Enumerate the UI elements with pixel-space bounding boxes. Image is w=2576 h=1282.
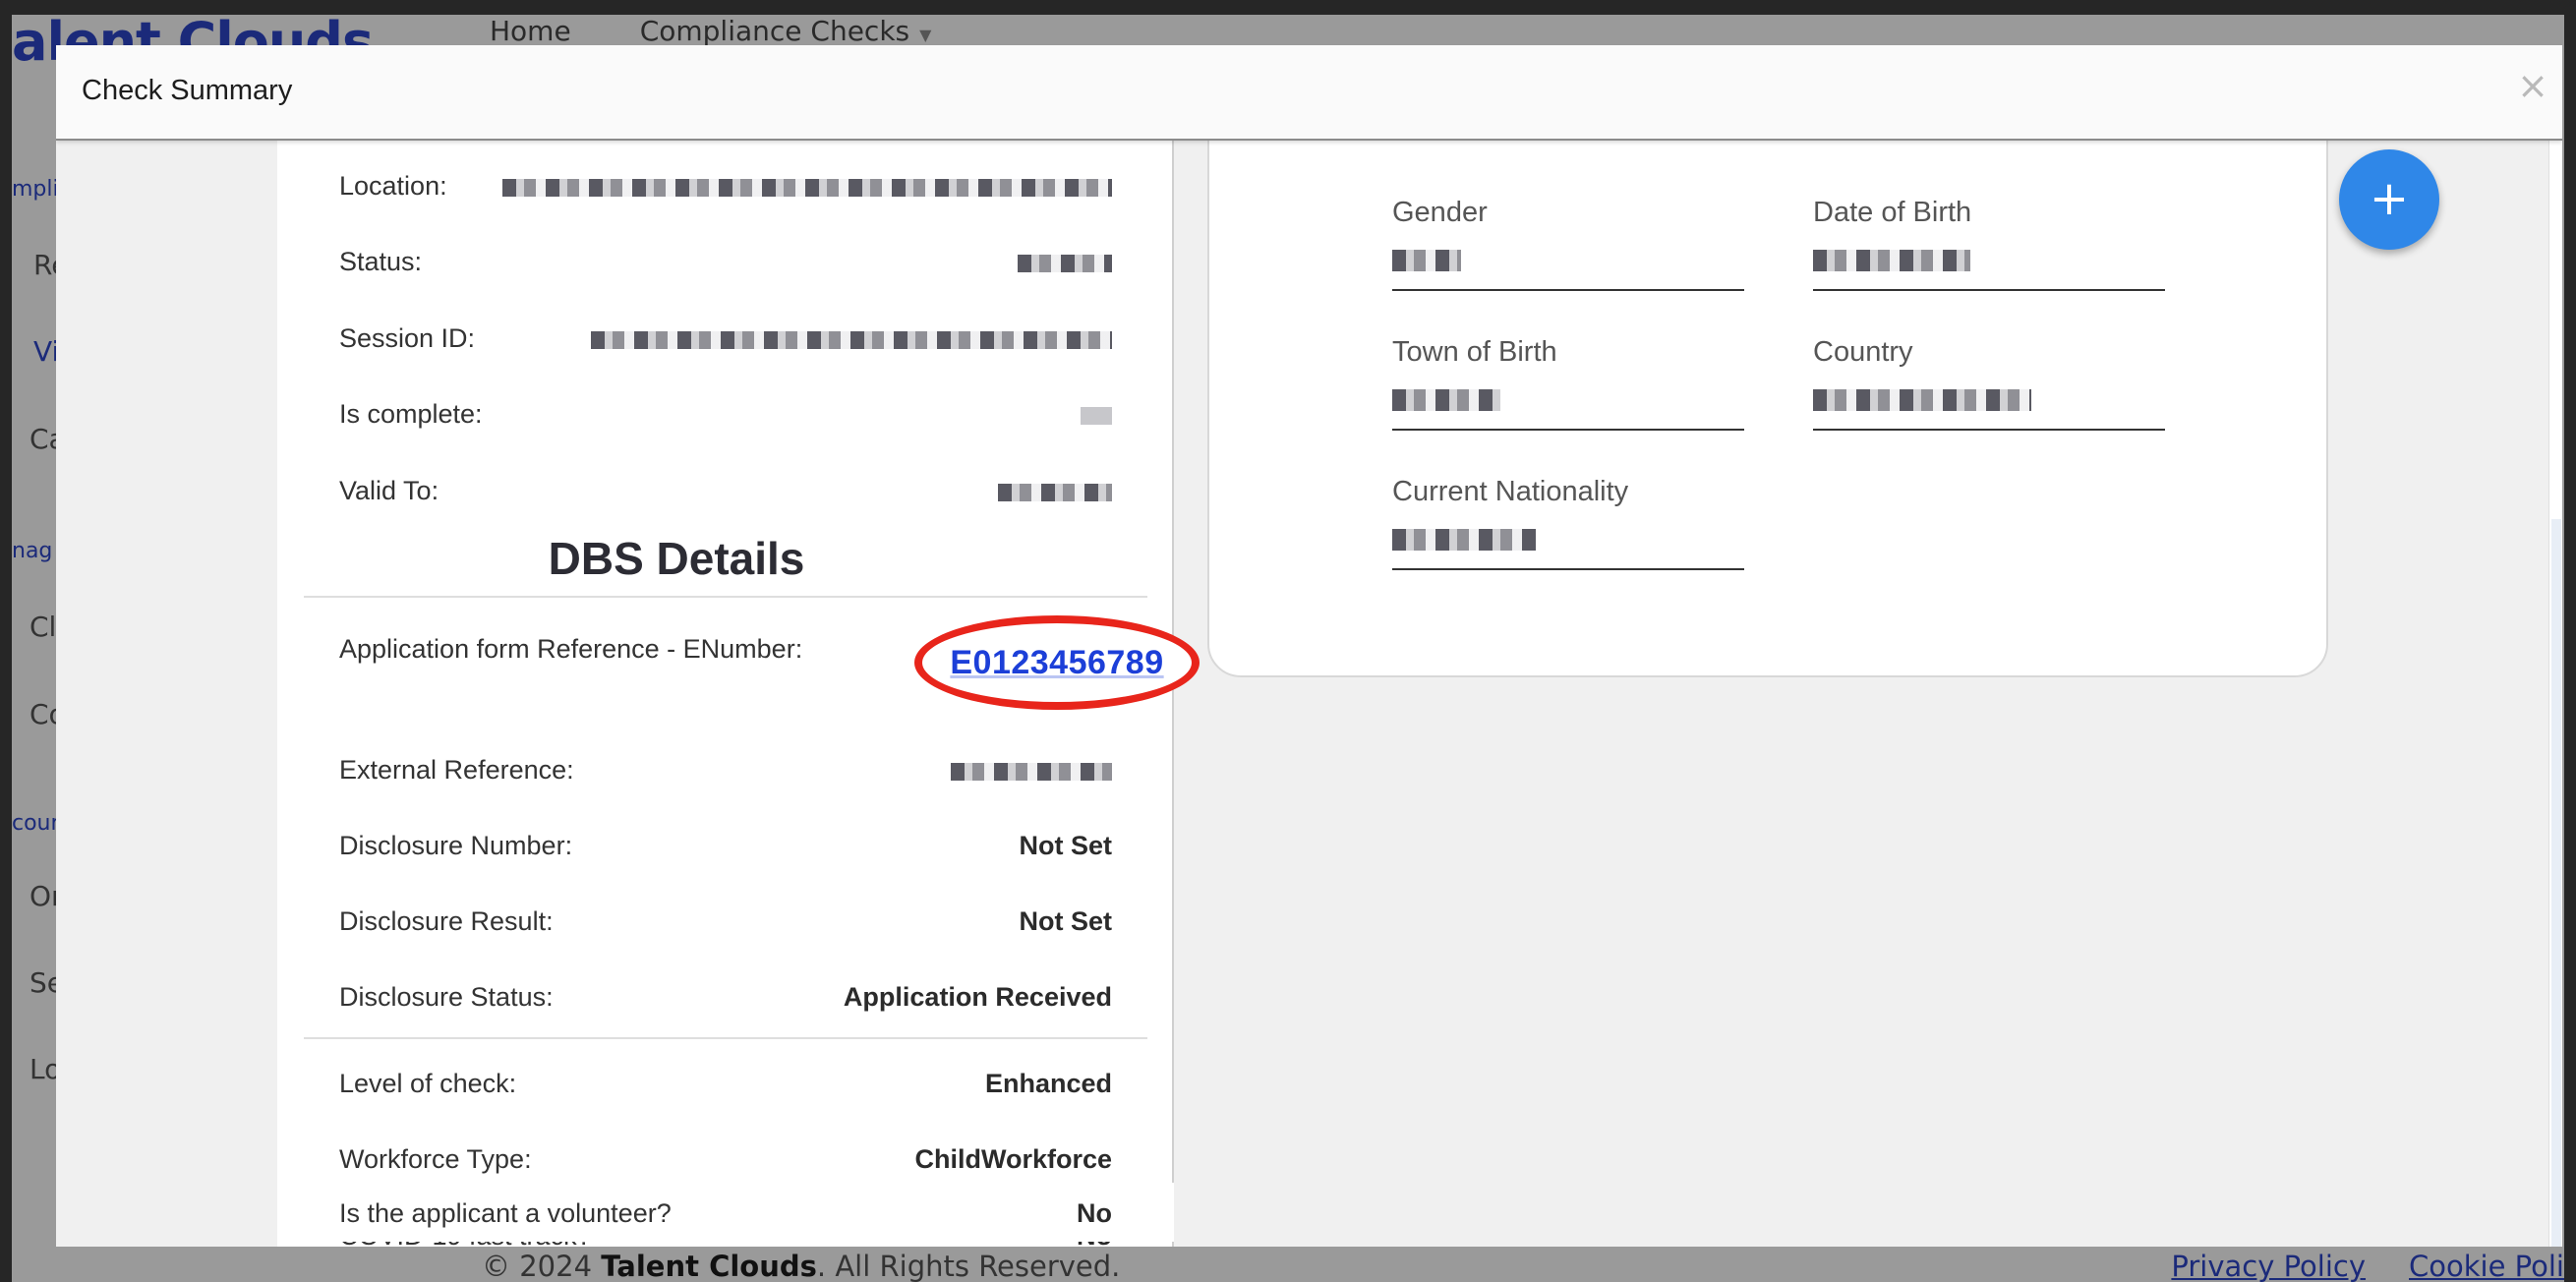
sidebar-section: mpli (12, 177, 59, 202)
sidebar-item[interactable]: Cl (29, 611, 56, 643)
sidebar-section: nag (12, 539, 53, 563)
detail-label: Application form Reference - ENumber: (339, 634, 803, 664)
detail-label: Disclosure Result: (339, 906, 554, 936)
chevron-down-icon: ▼ (919, 26, 932, 44)
detail-row-volunteer: Is the applicant a volunteer? No (277, 1183, 1174, 1242)
detail-label: Level of check: (339, 1069, 517, 1098)
redacted-value (1392, 250, 1461, 271)
modal-title: Check Summary (82, 75, 293, 106)
divider (304, 596, 1147, 598)
detail-value: No (1077, 1198, 1112, 1228)
enumber-highlight: E0123456789 (914, 615, 1200, 710)
plus-icon[interactable]: + (2339, 149, 2439, 250)
country-field: Country (1813, 336, 2165, 444)
field-label: Country (1813, 336, 1913, 368)
close-icon[interactable]: × (2517, 67, 2548, 104)
sidebar-section: cour (12, 811, 60, 836)
detail-row-workforce-type: Workforce Type: ChildWorkforce (277, 1129, 1174, 1188)
redacted-value (1392, 529, 1536, 551)
field-label: Gender (1392, 197, 1488, 228)
field-label: Town of Birth (1392, 336, 1557, 368)
detail-row-disclosure-status: Disclosure Status: Application Received (277, 966, 1174, 1025)
dbs-details-heading: DBS Details (548, 533, 805, 584)
redacted-value (1813, 250, 1970, 271)
field-label: Date of Birth (1813, 197, 1972, 228)
detail-label: Location: (339, 171, 447, 201)
redacted-value (1813, 389, 2031, 411)
nav-home[interactable]: Home (490, 15, 571, 47)
detail-label: Disclosure Number: (339, 831, 573, 860)
redacted-value (951, 763, 1112, 781)
field-underline (1813, 429, 2165, 431)
detail-row-is-complete: Is complete: (277, 383, 1174, 442)
divider (304, 1037, 1147, 1039)
top-nav: Home Compliance Checks ▼ (490, 15, 931, 47)
detail-row-disclosure-result: Disclosure Result: Not Set (277, 891, 1174, 950)
redacted-value (502, 179, 1112, 197)
detail-label: Is the applicant a volunteer? (339, 1198, 672, 1228)
detail-row-location: Location: (277, 155, 1174, 214)
detail-row-external-reference: External Reference: (277, 739, 1174, 798)
gender-field: Gender (1392, 197, 1744, 305)
detail-row-status: Status: (277, 231, 1174, 290)
field-underline (1813, 289, 2165, 291)
detail-label: Status: (339, 247, 423, 276)
date-of-birth-field: Date of Birth (1813, 197, 2165, 305)
redacted-value (998, 484, 1112, 501)
current-nationality-field: Current Nationality (1392, 476, 1744, 584)
detail-label: Disclosure Status: (339, 982, 554, 1012)
detail-label: External Reference: (339, 755, 574, 785)
scrollbar[interactable] (2548, 141, 2562, 1247)
detail-row-valid-to: Valid To: (277, 460, 1174, 519)
redacted-value (1081, 407, 1112, 425)
privacy-policy-link[interactable]: Privacy Policy (2171, 1250, 2366, 1282)
footer-links: Privacy Policy Cookie Poli (2171, 1250, 2564, 1282)
detail-row-disclosure-number: Disclosure Number: Not Set (277, 815, 1174, 874)
field-underline (1392, 568, 1744, 570)
check-details-card: Location: Status: Session ID: Is complet… (277, 94, 1200, 1247)
enumber-value[interactable]: E0123456789 (914, 615, 1200, 710)
field-underline (1392, 429, 1744, 431)
detail-label: Valid To: (339, 476, 439, 505)
footer-copyright: © 2024 Talent Clouds. All Rights Reserve… (482, 1250, 1121, 1282)
detail-value: Not Set (1019, 906, 1113, 936)
detail-row-level-of-check: Level of check: Enhanced (277, 1053, 1174, 1112)
cookie-policy-link[interactable]: Cookie Poli (2409, 1250, 2564, 1282)
detail-value: ChildWorkforce (914, 1144, 1112, 1174)
field-label: Current Nationality (1392, 476, 1629, 507)
detail-value: Application Received (843, 982, 1112, 1012)
modal-header: Check Summary × (56, 45, 2562, 141)
detail-label: Workforce Type: (339, 1144, 532, 1174)
detail-value: Not Set (1019, 831, 1113, 860)
redacted-value (591, 331, 1112, 349)
redacted-value (1392, 389, 1500, 411)
redacted-value (1018, 255, 1112, 272)
field-underline (1392, 289, 1744, 291)
nav-compliance-checks[interactable]: Compliance Checks ▼ (640, 15, 932, 47)
check-summary-modal: Check Summary × Location: Status: Sessio… (56, 45, 2562, 1247)
town-of-birth-field: Town of Birth (1392, 336, 1744, 444)
detail-value: Enhanced (984, 1069, 1112, 1098)
detail-label: Is complete: (339, 399, 483, 429)
detail-label: Session ID: (339, 323, 476, 353)
detail-row-session-id: Session ID: (277, 308, 1174, 367)
personal-details-card: Gender Date of Birth Town of Birth Count… (1207, 65, 2328, 677)
scrollbar-thumb[interactable] (2551, 519, 2561, 1247)
